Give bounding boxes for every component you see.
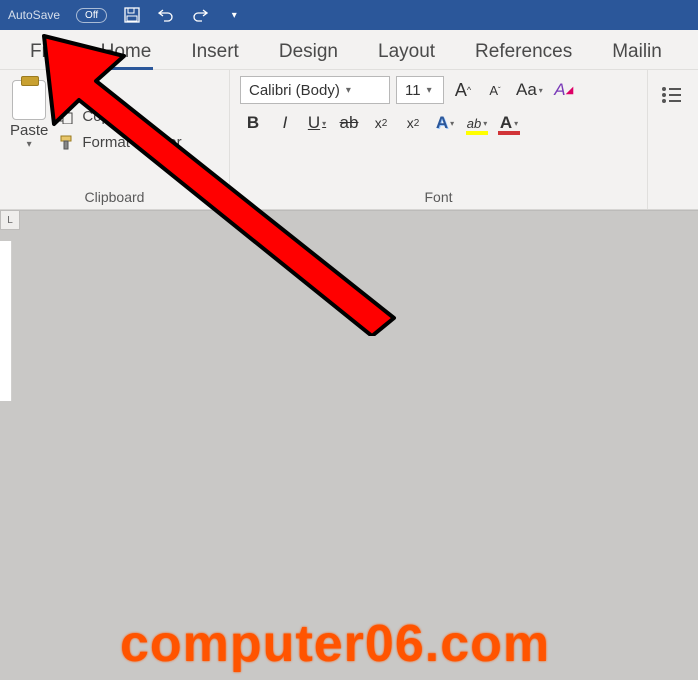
format-painter-button[interactable]: Format Painter bbox=[56, 132, 181, 152]
tab-design[interactable]: Design bbox=[259, 33, 358, 69]
group-font: Calibri (Body) ▾ 11 ▾ A^ Aˇ Aa▾ A bbox=[230, 70, 648, 209]
change-case-button[interactable]: Aa▾ bbox=[514, 77, 545, 103]
autosave-toggle[interactable]: Off bbox=[76, 8, 107, 23]
tab-layout[interactable]: Layout bbox=[358, 33, 455, 69]
shrink-font-button[interactable]: Aˇ bbox=[482, 77, 508, 103]
tab-home[interactable]: Home bbox=[81, 33, 172, 69]
clipboard-group-label: Clipboard bbox=[10, 189, 219, 207]
watermark: computer06.com bbox=[120, 614, 550, 674]
redo-icon[interactable] bbox=[191, 6, 209, 24]
paintbrush-icon bbox=[56, 132, 76, 152]
ruler-corner[interactable]: L bbox=[0, 210, 20, 230]
highlight-color-swatch bbox=[466, 131, 488, 135]
tab-references[interactable]: References bbox=[455, 33, 592, 69]
group-clipboard: Paste ▾ Cut Copy bbox=[0, 70, 230, 209]
paste-label: Paste bbox=[10, 122, 48, 139]
font-name-value: Calibri (Body) bbox=[249, 82, 340, 99]
group-paragraph bbox=[648, 70, 698, 209]
clear-formatting-button[interactable]: A ◢ bbox=[551, 77, 577, 103]
undo-icon[interactable] bbox=[157, 6, 175, 24]
strikethrough-button[interactable]: ab bbox=[336, 110, 362, 136]
cut-label: Cut bbox=[82, 82, 105, 99]
ribbon: Paste ▾ Cut Copy bbox=[0, 70, 698, 210]
eraser-icon: ◢ bbox=[566, 85, 574, 96]
tab-mailings[interactable]: Mailin bbox=[592, 33, 682, 69]
page-edge bbox=[0, 241, 12, 401]
grow-font-button[interactable]: A^ bbox=[450, 77, 476, 103]
font-color-button[interactable]: A ▾ bbox=[496, 110, 522, 136]
document-area[interactable]: L bbox=[0, 210, 698, 680]
font-size-combo[interactable]: 11 ▾ bbox=[396, 76, 444, 104]
paste-button[interactable]: Paste ▾ bbox=[10, 76, 48, 150]
copy-label: Copy bbox=[82, 108, 117, 125]
italic-button[interactable]: I bbox=[272, 110, 298, 136]
highlight-button[interactable]: ab ▾ bbox=[464, 110, 490, 136]
format-painter-label: Format Painter bbox=[82, 134, 181, 151]
bullets-icon bbox=[662, 87, 681, 103]
font-color-swatch bbox=[498, 131, 520, 135]
paste-dropdown-icon[interactable]: ▾ bbox=[27, 139, 32, 150]
tab-insert[interactable]: Insert bbox=[171, 33, 259, 69]
bullets-button[interactable] bbox=[658, 82, 684, 108]
copy-icon bbox=[56, 106, 76, 126]
bold-button[interactable]: B bbox=[240, 110, 266, 136]
text-effects-button[interactable]: A▾ bbox=[432, 110, 458, 136]
cut-button[interactable]: Cut bbox=[56, 80, 181, 100]
superscript-button[interactable]: x2 bbox=[400, 110, 426, 136]
title-bar: AutoSave Off ▾ bbox=[0, 0, 698, 30]
autosave-label: AutoSave bbox=[8, 8, 60, 22]
copy-button[interactable]: Copy bbox=[56, 106, 181, 126]
tab-file[interactable]: File bbox=[10, 33, 81, 69]
clipboard-icon bbox=[12, 80, 46, 120]
chevron-down-icon: ▾ bbox=[346, 85, 351, 96]
font-name-combo[interactable]: Calibri (Body) ▾ bbox=[240, 76, 390, 104]
underline-button[interactable]: U▾ bbox=[304, 110, 330, 136]
scissors-icon bbox=[56, 80, 76, 100]
save-icon[interactable] bbox=[123, 6, 141, 24]
qat-customize-icon[interactable]: ▾ bbox=[225, 6, 243, 24]
ribbon-tabstrip: File Home Insert Design Layout Reference… bbox=[0, 30, 698, 70]
font-group-label: Font bbox=[240, 189, 637, 207]
chevron-down-icon: ▾ bbox=[427, 85, 432, 96]
subscript-button[interactable]: x2 bbox=[368, 110, 394, 136]
quick-access-toolbar: AutoSave Off ▾ bbox=[8, 6, 243, 24]
font-size-value: 11 bbox=[405, 82, 421, 99]
